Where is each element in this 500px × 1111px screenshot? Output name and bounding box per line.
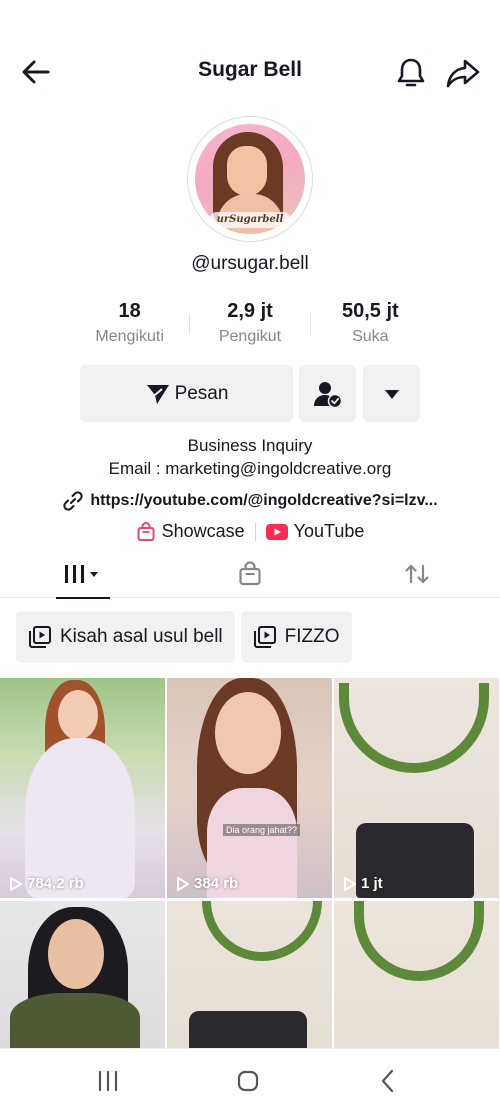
play-icon	[10, 876, 22, 891]
video-thumbnail[interactable]: Dia orang jahat?? 384 rb	[167, 678, 332, 898]
profile-chips: Showcase YouTube	[0, 521, 500, 542]
showcase-chip[interactable]: Showcase	[136, 521, 245, 542]
playlist-icon	[29, 626, 51, 648]
user-check-icon	[313, 381, 342, 408]
play-icon	[344, 876, 356, 891]
avatar-image: urSugarbell	[195, 124, 305, 234]
playlist-row: Kisah asal usul bell FIZZO	[16, 611, 352, 663]
system-back-button[interactable]	[368, 1067, 408, 1095]
link-icon	[63, 491, 83, 511]
view-count: 784,2 rb	[9, 875, 84, 892]
avatar[interactable]: urSugarbell	[187, 116, 313, 242]
thumbnail-figure	[58, 690, 98, 740]
message-button-label: Pesan	[174, 382, 229, 404]
playlist-chip[interactable]: Kisah asal usul bell	[16, 611, 235, 663]
chip-divider	[254, 522, 256, 541]
thumbnail-figure	[48, 919, 104, 989]
stat-likes[interactable]: 50,5 jt Suka	[311, 298, 430, 354]
view-count: 1 jt	[343, 875, 383, 892]
video-grid: 784,2 rb Dia orang jahat?? 384 rb 1 jt	[0, 678, 500, 1111]
playlist-label: FIZZO	[284, 626, 340, 647]
bell-icon	[397, 58, 425, 87]
notification-button[interactable]	[392, 54, 430, 92]
tab-shop[interactable]	[225, 550, 275, 598]
stat-likes-label: Suka	[352, 328, 389, 345]
view-count: 384 rb	[176, 875, 238, 892]
following-status-button[interactable]	[299, 365, 356, 422]
recent-apps-button[interactable]	[88, 1067, 128, 1095]
bio-link-text: https://youtube.com/@ingoldcreative?si=l…	[90, 492, 438, 509]
send-icon	[146, 384, 169, 404]
bio-line: Business Inquiry	[187, 436, 313, 455]
playlist-label: Kisah asal usul bell	[60, 626, 223, 647]
thumbnail-figure	[354, 901, 484, 981]
stat-following[interactable]: 18 Mengikuti	[70, 298, 189, 354]
profile-stats: 18 Mengikuti 2,9 jt Pengikut 50,5 jt Suk…	[70, 298, 430, 354]
content-tabs	[0, 550, 500, 599]
chevron-left-icon	[381, 1069, 394, 1093]
youtube-label: YouTube	[293, 521, 365, 541]
tab-videos[interactable]	[56, 550, 110, 599]
shop-bag-icon	[239, 561, 261, 586]
avatar-face-shape	[227, 146, 267, 196]
top-header: Sugar Bell	[0, 40, 500, 102]
stat-likes-value: 50,5 jt	[341, 300, 399, 322]
stat-following-value: 18	[118, 300, 141, 322]
profile-actions: Pesan	[80, 365, 421, 422]
playlist-icon	[253, 626, 276, 648]
showcase-label: Showcase	[161, 521, 245, 541]
youtube-icon	[265, 523, 288, 540]
thumbnail-figure	[339, 683, 489, 773]
playlist-chip[interactable]: FIZZO	[240, 611, 352, 663]
stat-followers[interactable]: 2,9 jt Pengikut	[190, 298, 309, 354]
username: @ursugar.bell	[191, 253, 309, 274]
view-count-text: 1 jt	[361, 875, 383, 892]
shop-bag-icon	[137, 521, 155, 541]
stat-followers-value: 2,9 jt	[227, 300, 273, 322]
more-options-button[interactable]	[363, 365, 420, 422]
bio-link[interactable]: https://youtube.com/@ingoldcreative?si=l…	[0, 490, 500, 512]
home-icon	[237, 1070, 259, 1092]
grid-icon	[65, 565, 98, 583]
thumbnail-figure	[189, 1011, 307, 1051]
repost-icon	[405, 564, 429, 584]
stat-following-label: Mengikuti	[95, 328, 164, 345]
video-thumbnail[interactable]: 784,2 rb	[0, 678, 165, 898]
bio-line: Email : marketing@ingoldcreative.org	[108, 459, 392, 478]
caret-down-icon	[384, 389, 399, 399]
avatar-logo-text: urSugarbell	[209, 212, 291, 228]
share-button[interactable]	[444, 54, 482, 92]
recent-apps-icon	[98, 1070, 118, 1092]
view-count-text: 784,2 rb	[27, 875, 84, 892]
share-icon	[446, 59, 480, 88]
video-caption: Dia orang jahat??	[223, 824, 301, 836]
home-button[interactable]	[228, 1067, 268, 1095]
thumbnail-figure	[10, 993, 140, 1053]
play-icon	[177, 876, 189, 891]
thumbnail-figure	[215, 692, 281, 774]
youtube-chip[interactable]: YouTube	[265, 521, 365, 542]
stat-followers-label: Pengikut	[218, 328, 282, 345]
message-button[interactable]: Pesan	[80, 365, 293, 422]
view-count-text: 384 rb	[194, 875, 239, 892]
video-thumbnail[interactable]: 1 jt	[334, 678, 499, 898]
profile-bio: Business Inquiry Email : marketing@ingol…	[0, 434, 500, 480]
tab-reposts[interactable]	[392, 550, 442, 598]
system-nav-bar	[0, 1048, 500, 1111]
thumbnail-figure	[202, 901, 322, 961]
thumbnail-figure	[25, 738, 135, 898]
